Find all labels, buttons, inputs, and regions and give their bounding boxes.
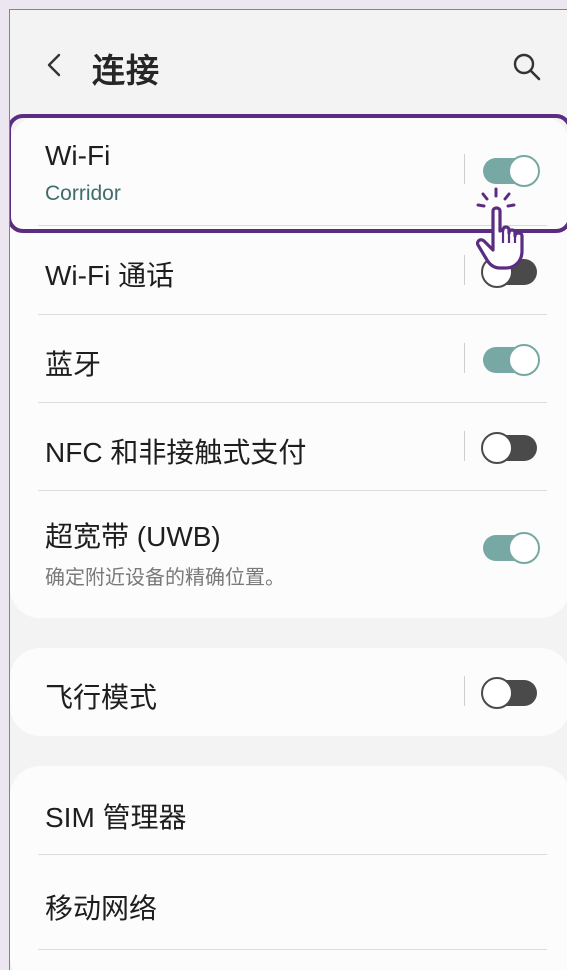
nfc-row[interactable]: NFC 和非接触式支付 (10, 403, 567, 491)
wifi-calling-label: Wi-Fi 通话 (45, 260, 175, 291)
page-title: 连接 (92, 52, 160, 89)
row-separator (464, 431, 465, 461)
mobile-networks-label: 移动网络 (45, 893, 158, 924)
bluetooth-label: 蓝牙 (45, 349, 102, 380)
nfc-label: NFC 和非接触式支付 (45, 437, 307, 468)
airplane-mode-row[interactable]: 飞行模式 (10, 648, 567, 736)
sim-manager-row[interactable]: SIM 管理器 (10, 766, 567, 854)
uwb-row[interactable]: 超宽带 (UWB) 确定附近设备的精确位置。 (10, 491, 567, 618)
airplane-mode-toggle[interactable] (481, 677, 537, 709)
airplane-card: 飞行模式 (10, 648, 567, 736)
search-icon[interactable] (510, 50, 544, 84)
chevron-left-icon[interactable] (40, 50, 70, 80)
row-separator (464, 343, 465, 373)
nfc-toggle[interactable] (481, 432, 537, 464)
mobile-networks-row[interactable]: 移动网络 (10, 855, 567, 949)
hand-pointer-click-icon (475, 187, 524, 270)
uwb-label: 超宽带 (UWB) (45, 521, 221, 552)
uwb-toggle[interactable] (483, 532, 540, 564)
uwb-description: 确定附近设备的精确位置。 (45, 567, 285, 589)
app-header: 连接 (10, 10, 567, 110)
row-separator (464, 255, 465, 285)
divider (38, 949, 547, 950)
sim-card: SIM 管理器 移动网络 (10, 766, 567, 970)
airplane-mode-label: 飞行模式 (45, 682, 158, 713)
bluetooth-toggle[interactable] (483, 344, 540, 376)
sim-manager-label: SIM 管理器 (45, 802, 187, 833)
settings-screen: 连接 Wi-Fi Corridor Wi-Fi 通话 蓝牙 NFC 和非接触式支… (9, 9, 567, 970)
bluetooth-row[interactable]: 蓝牙 (10, 315, 567, 403)
row-separator (464, 676, 465, 706)
